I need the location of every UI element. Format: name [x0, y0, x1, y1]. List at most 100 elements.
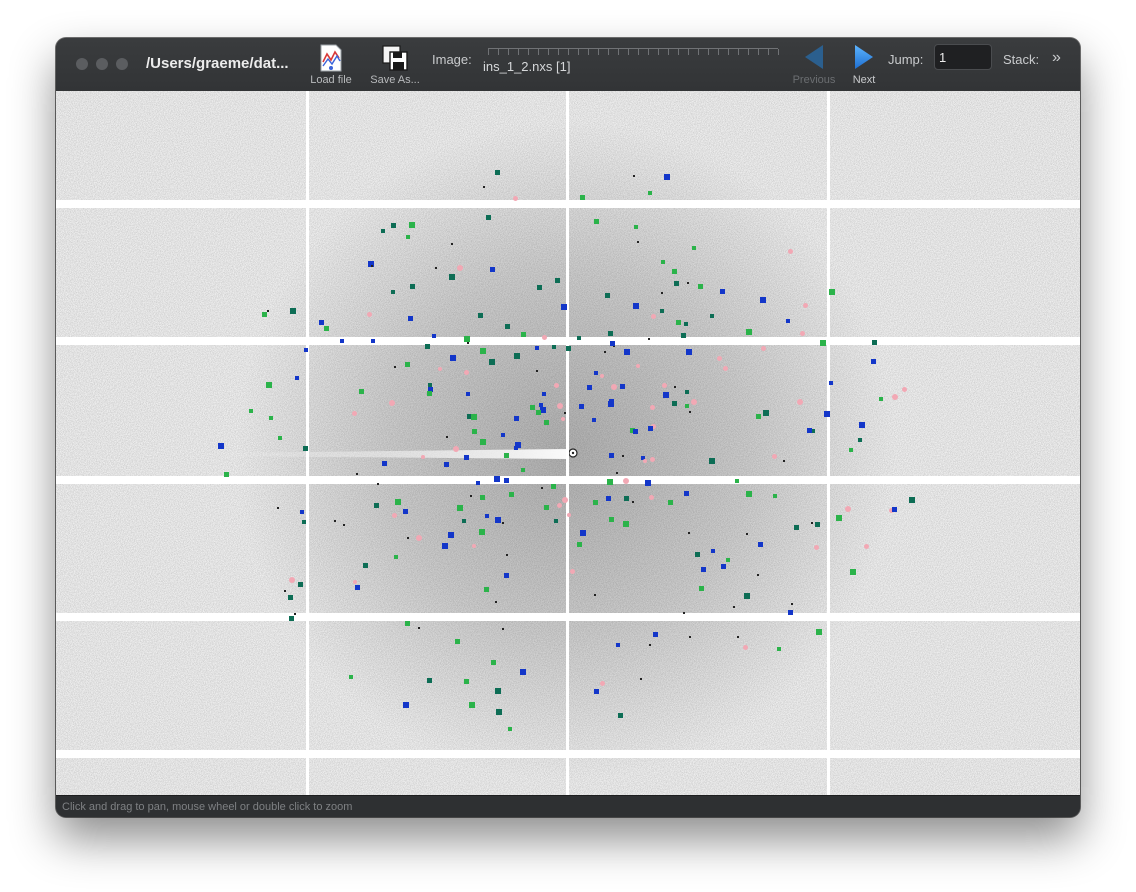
status-bar: Click and drag to pan, mouse wheel or do…	[56, 795, 1080, 817]
reflection-marker	[464, 679, 469, 684]
reflection-marker	[277, 507, 279, 509]
reflection-marker	[490, 267, 495, 272]
reflection-marker	[786, 319, 790, 323]
module-gap-horizontal	[56, 476, 1080, 484]
reflection-marker	[295, 376, 299, 380]
reflection-marker	[649, 495, 654, 500]
reflection-marker	[303, 446, 308, 451]
reflection-marker	[266, 382, 272, 388]
reflection-marker	[674, 386, 676, 388]
module-gap-horizontal	[56, 613, 1080, 621]
zoom-window-button[interactable]	[116, 58, 128, 70]
reflection-marker	[408, 316, 413, 321]
reflection-marker	[502, 522, 504, 524]
reflection-marker	[672, 269, 677, 274]
jump-label: Jump:	[888, 52, 924, 67]
reflection-marker	[514, 416, 519, 421]
chart-file-icon	[320, 44, 342, 72]
reflection-marker	[480, 495, 485, 500]
reflection-marker	[788, 249, 793, 254]
reflection-marker	[735, 479, 739, 483]
close-window-button[interactable]	[76, 58, 88, 70]
slider-tick	[678, 49, 679, 55]
reflection-marker	[648, 426, 653, 431]
reflection-marker	[554, 383, 559, 388]
reflection-marker	[609, 517, 614, 522]
reflection-marker	[668, 500, 673, 505]
reflection-marker	[632, 501, 634, 503]
reflection-marker	[405, 362, 410, 367]
reflection-marker	[395, 499, 401, 505]
reflection-marker	[608, 331, 613, 336]
reflection-marker	[872, 340, 877, 345]
reflection-marker	[600, 681, 605, 686]
reflection-marker	[561, 417, 565, 421]
reflection-marker	[879, 397, 883, 401]
save-as-label: Save As...	[370, 74, 420, 86]
reflection-marker	[829, 289, 835, 295]
previous-button[interactable]: Previous	[789, 43, 839, 86]
diffraction-image-viewport[interactable]	[56, 91, 1080, 795]
slider-tick	[708, 49, 709, 55]
slider-tick	[618, 49, 619, 55]
save-as-button[interactable]: Save As...	[367, 44, 423, 86]
reflection-marker	[633, 429, 638, 434]
slider-tick	[628, 49, 629, 55]
reflection-marker	[416, 535, 422, 541]
reflection-marker	[622, 455, 624, 457]
slider-tick	[488, 49, 489, 55]
reflection-marker	[409, 222, 415, 228]
reflection-marker	[514, 353, 520, 359]
reflection-marker	[392, 513, 397, 518]
reflection-marker	[756, 414, 761, 419]
module-gap-vertical	[566, 91, 569, 795]
reflection-marker	[820, 340, 826, 346]
reflection-marker	[319, 320, 324, 325]
reflection-marker	[288, 595, 293, 600]
slider-tick	[728, 49, 729, 55]
image-viewer-window: /Users/graeme/dat... Load file Save As..…	[56, 38, 1080, 817]
reflection-marker	[849, 448, 853, 452]
reflection-marker	[650, 457, 655, 462]
reflection-marker	[623, 521, 629, 527]
reflection-marker	[577, 336, 581, 340]
reflection-marker	[407, 537, 409, 539]
reflection-marker	[562, 497, 568, 503]
reflection-marker	[624, 496, 629, 501]
double-chevron-right-icon[interactable]: »	[1052, 49, 1061, 67]
load-file-button[interactable]: Load file	[308, 44, 354, 86]
reflection-marker	[711, 549, 715, 553]
reflection-marker	[406, 235, 410, 239]
reflection-marker	[495, 601, 497, 603]
reflection-marker	[649, 644, 651, 646]
reflection-marker	[479, 529, 485, 535]
slider-tick	[718, 49, 719, 55]
slider-tick	[608, 49, 609, 55]
reflection-marker	[701, 567, 706, 572]
reflection-marker	[864, 544, 869, 549]
triangle-right-icon	[855, 45, 873, 69]
reflection-marker	[466, 392, 470, 396]
reflection-marker	[709, 458, 715, 464]
image-slider[interactable]	[488, 48, 779, 56]
reflection-marker	[377, 483, 379, 485]
slider-tick	[558, 49, 559, 55]
reflection-marker	[349, 675, 353, 679]
module-gap-horizontal	[56, 337, 1080, 345]
reflection-marker	[662, 383, 667, 388]
window-title: /Users/graeme/dat...	[146, 55, 289, 72]
reflection-marker	[427, 391, 432, 396]
reflection-marker	[495, 517, 501, 523]
reflection-marker	[760, 297, 766, 303]
reflection-marker	[542, 392, 546, 396]
slider-tick	[738, 49, 739, 55]
reflection-marker	[567, 513, 571, 517]
reflection-marker	[758, 542, 763, 547]
reflection-marker	[663, 392, 669, 398]
reflection-marker	[521, 332, 526, 337]
next-button[interactable]: Next	[839, 43, 889, 86]
slider-tick	[538, 49, 539, 55]
reflection-marker	[594, 594, 596, 596]
jump-input[interactable]	[934, 44, 992, 70]
minimize-window-button[interactable]	[96, 58, 108, 70]
